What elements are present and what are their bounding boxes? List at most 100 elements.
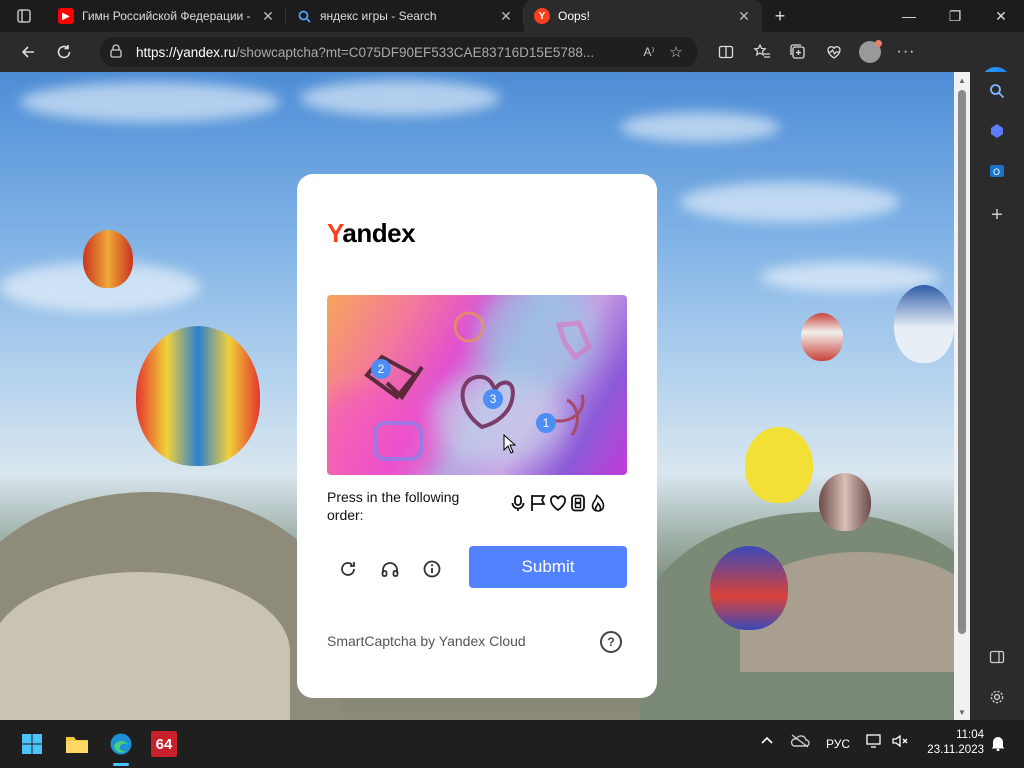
windows-logo-icon: [22, 734, 42, 754]
close-tab-icon[interactable]: ✕: [260, 8, 276, 25]
clock-time: 11:04: [956, 729, 984, 741]
info-icon: [423, 560, 441, 578]
start-button[interactable]: [16, 728, 48, 760]
back-arrow-icon: [21, 46, 34, 58]
folder-icon: [66, 737, 88, 753]
edge-icon: [110, 733, 132, 755]
app-64-button[interactable]: 64: [148, 728, 180, 760]
panel-icon: [989, 650, 1005, 664]
avatar: [859, 40, 882, 63]
sidebar-copilot-button[interactable]: [984, 118, 1010, 144]
split-screen-icon: [718, 45, 734, 59]
submit-button[interactable]: Submit: [469, 546, 627, 588]
more-dots-icon: ···: [896, 43, 916, 60]
mouse-cursor-icon: [503, 434, 517, 454]
film-strip-icon: [571, 494, 585, 512]
edge-sidebar: O +: [970, 72, 1024, 720]
tab-title: Oops!: [558, 9, 591, 23]
file-explorer-button[interactable]: [61, 728, 93, 760]
help-icon[interactable]: ?: [600, 631, 622, 653]
close-tab-icon[interactable]: ✕: [736, 8, 752, 25]
microphone-icon: [511, 495, 525, 511]
refresh-button[interactable]: [46, 34, 82, 70]
windows-taskbar: 64 РУС 11:04 23.11.2023: [0, 720, 1024, 768]
svg-text:O: O: [993, 167, 1000, 177]
window-controls: — ❐ ✕: [886, 0, 1024, 32]
headphones-icon: [381, 562, 399, 577]
url-text[interactable]: https://yandex.ru/showcaptcha?mt=C075DF9…: [136, 45, 634, 60]
sidebar-settings-button[interactable]: [984, 684, 1010, 710]
network-icon[interactable]: [866, 734, 882, 751]
close-window-button[interactable]: ✕: [978, 0, 1024, 32]
captcha-instruction: Press in the following order:: [327, 489, 460, 523]
scroll-up-icon[interactable]: ▲: [958, 76, 966, 85]
heartbeat-icon: [827, 46, 841, 59]
split-screen-button[interactable]: [708, 34, 744, 70]
profile-button[interactable]: [852, 34, 888, 70]
tab-youtube[interactable]: ▶ Гимн Российской Федерации - ✕: [48, 0, 286, 32]
outlook-icon: O: [990, 165, 1004, 177]
sidebar-hide-button[interactable]: [984, 644, 1010, 670]
favorite-star-icon[interactable]: ☆: [664, 43, 688, 61]
scrollbar-thumb[interactable]: [958, 90, 966, 634]
system-clock[interactable]: 11:04 23.11.2023: [920, 728, 984, 758]
refresh-captcha-button[interactable]: [336, 557, 360, 581]
heart-icon: [550, 495, 566, 512]
audio-captcha-button[interactable]: [378, 557, 402, 581]
read-aloud-icon[interactable]: A⁾: [634, 45, 664, 59]
language-indicator[interactable]: РУС: [826, 737, 850, 751]
minimize-button[interactable]: —: [886, 0, 932, 32]
collections-icon: [790, 44, 805, 59]
captcha-card: Yandex 2 3 1 Press in the following orde…: [297, 174, 657, 698]
captcha-image[interactable]: 2 3 1: [327, 295, 627, 475]
browser-essentials-button[interactable]: [816, 34, 852, 70]
click-marker[interactable]: 2: [371, 359, 391, 379]
search-icon: [990, 84, 1005, 99]
youtube-icon: ▶: [58, 8, 74, 24]
notifications-icon[interactable]: [990, 735, 1006, 754]
refresh-icon: [341, 562, 355, 576]
yandex-logo: Yandex: [327, 218, 416, 248]
tab-actions-button[interactable]: [0, 0, 48, 32]
collections-button[interactable]: [780, 34, 816, 70]
click-marker[interactable]: 1: [536, 413, 556, 433]
scroll-down-icon[interactable]: ▼: [958, 708, 966, 717]
address-bar[interactable]: https://yandex.ru/showcaptcha?mt=C075DF9…: [100, 37, 698, 67]
restore-button[interactable]: ❐: [932, 0, 978, 32]
tab-bar: ▶ Гимн Российской Федерации - ✕ яндекс и…: [0, 0, 1024, 32]
captcha-info-button[interactable]: [420, 557, 444, 581]
back-button[interactable]: [10, 34, 46, 70]
plus-icon: +: [991, 203, 1003, 226]
tab-search[interactable]: яндекс игры - Search ✕: [286, 0, 524, 32]
captcha-order-icons: [509, 494, 607, 512]
tab-oops[interactable]: Y Oops! ✕: [524, 0, 762, 32]
onedrive-icon[interactable]: [790, 734, 810, 751]
tab-actions-icon: [17, 9, 31, 23]
captcha-shapes: [364, 311, 593, 461]
page-scrollbar[interactable]: ▲ ▼: [954, 72, 970, 720]
close-tab-icon[interactable]: ✕: [498, 8, 514, 25]
more-menu-button[interactable]: ···: [888, 34, 924, 70]
favorites-icon: [753, 43, 770, 58]
sidebar-search-button[interactable]: [984, 78, 1010, 104]
tab-title: Гимн Российской Федерации -: [82, 9, 251, 23]
url-path: /showcaptcha?mt=C075DF90EF533CAE83716D15…: [235, 44, 595, 60]
yandex-icon: Y: [534, 8, 550, 24]
browser-toolbar: https://yandex.ru/showcaptcha?mt=C075DF9…: [0, 32, 1024, 97]
flame-icon: [591, 494, 605, 512]
volume-muted-icon[interactable]: [892, 734, 908, 751]
bing-search-icon: [296, 8, 312, 24]
new-tab-button[interactable]: +: [762, 0, 798, 32]
tab-title: яндекс игры - Search: [320, 9, 437, 23]
captcha-footer-text: SmartCaptcha by Yandex Cloud: [327, 633, 526, 649]
click-marker[interactable]: 3: [483, 389, 503, 409]
tray-overflow-icon[interactable]: [760, 734, 774, 751]
favorites-button[interactable]: [744, 34, 780, 70]
refresh-icon: [57, 45, 71, 59]
copilot-icon: [991, 124, 1003, 138]
sidebar-add-button[interactable]: +: [984, 202, 1010, 228]
gear-icon: [990, 690, 1004, 704]
edge-taskbar-button[interactable]: [105, 728, 137, 766]
sidebar-outlook-button[interactable]: O: [984, 158, 1010, 184]
lock-icon[interactable]: [110, 43, 130, 61]
